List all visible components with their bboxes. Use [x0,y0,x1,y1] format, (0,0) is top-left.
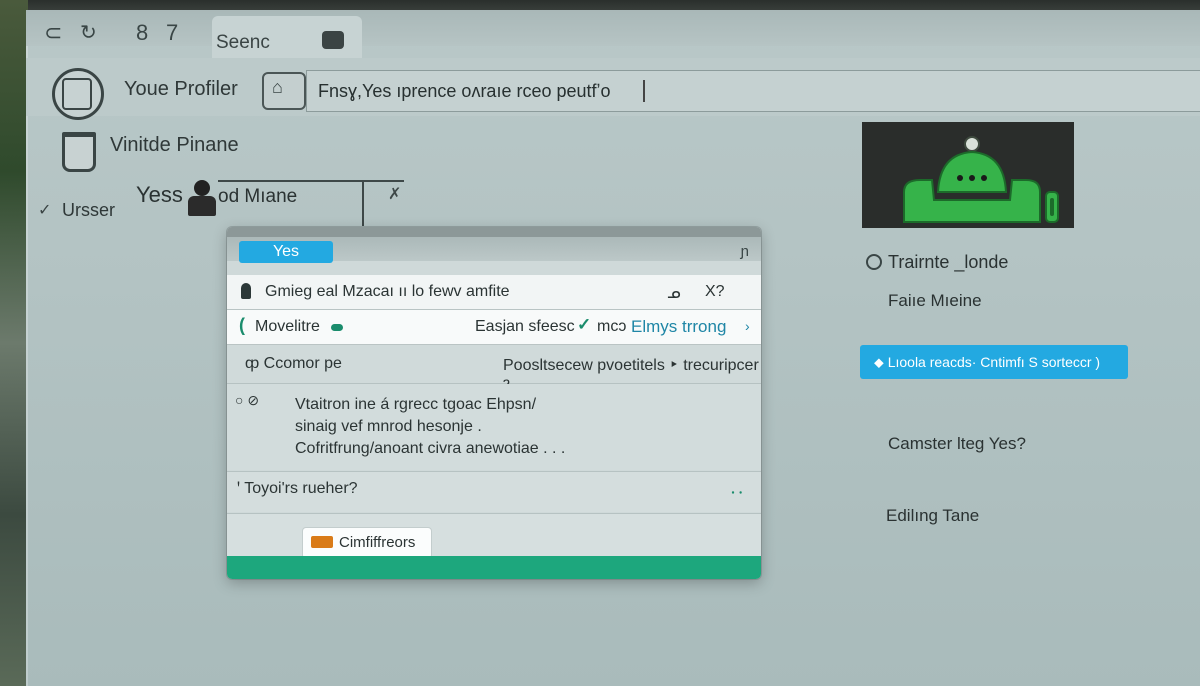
photo-frame: ⊂ ↻ 8 7 Seenc Youe Profiler ⌂ Fnsɣ,Yes ı… [0,0,1200,686]
move-right-text-2: mcɔ [597,318,627,335]
move-label: Movelitre [255,318,320,335]
cup-icon [62,132,96,172]
dialog-status-bar [227,556,761,579]
divider-vertical [362,180,364,226]
backdrop-left [0,0,28,686]
body-line-1: Vtaitron ine á rgrecc tgoac Ehpsn/ [295,396,537,413]
dialog-body: ○ ⊘ Vtaitron ine á rgrecc tgoac Ehpsn/ s… [227,384,761,470]
search-row-text: Gmieg eal Mzacaı ıı lo fewv amfite [265,283,510,300]
check-icon: ✓ [577,315,592,334]
yes-label: Yess [136,182,183,207]
dialog-footer: Cimfiffreors [227,513,761,558]
divider-horizontal [218,180,404,182]
status-dot-icon [331,324,343,331]
question-dots: ꞏ ꞏ [731,485,743,500]
avatar[interactable] [186,178,216,218]
name-label: od Mıane [218,186,298,207]
right-subtitle: Faiıe Mıeine [888,291,982,310]
text-caret [643,80,645,102]
dialog-close-icon[interactable]: ɲ [741,243,749,260]
android-logo-card [862,122,1074,228]
nav-item-2[interactable]: 7 [166,20,178,46]
right-question[interactable]: Camster lteg Yes? [888,434,1026,454]
search-icon[interactable] [866,254,882,270]
lock-icon [241,283,251,299]
tab-label: Seenc [216,32,270,53]
right-title[interactable]: Trairnte _londe [888,252,1008,273]
profile-inner-icon [62,78,92,110]
dialog-move-row[interactable]: ( Movelitre Easjan sfeesc ✓ mcɔ Elmys tr… [227,310,761,345]
dialog-top-line [227,227,761,237]
avatar-body [188,196,216,216]
chevron-down-icon[interactable]: ✓ [38,200,51,220]
editing-label[interactable]: Edilıng Tane [886,506,979,526]
radio-icons[interactable]: ○ ⊘ [235,392,259,409]
common-left: ȹ Ccomor pe [245,355,342,372]
title-bar [26,10,1200,46]
home-button[interactable] [262,72,306,110]
address-value: Fnsɣ,Yes ıprence oʌraıe rceo peutfʼo [318,81,611,101]
primary-action-label: ⬥ Lıoola reacds· Cntimfı S sorteccr ) [874,354,1101,370]
chevron-right-icon[interactable]: › [745,318,750,334]
search-row-end[interactable]: X? [705,283,725,301]
nav-item-1[interactable]: 8 [136,20,148,46]
move-right-text: Easjan sfeesc [475,318,575,335]
confirm-label: Cimfiffreors [339,534,416,551]
android-icon [862,122,1074,228]
refresh-arrow-icon: ( [239,315,245,335]
body-line-3: Cofritfrung/anoant civra anewotiae . . . [295,440,566,457]
pointer-icon[interactable]: ᓄ [667,283,681,303]
dialog-search-row[interactable]: Gmieg eal Mzacaı ıı lo fewv amfite ᓄ X? [227,275,761,310]
question-text: ꞌ Toyoi'rs rueher? [237,480,358,497]
refresh-icon[interactable]: ↻ [80,20,97,45]
body-line-2: sinaig vef mnrod hesonje . [295,418,482,435]
app-window: ⊂ ↻ 8 7 Seenc Youe Profiler ⌂ Fnsɣ,Yes ı… [26,10,1200,686]
back-icon[interactable]: ⊂ [44,20,62,46]
home-icon: ⌂ [272,77,283,97]
avatar-head [194,180,210,196]
yes-button[interactable]: Yes [239,241,333,263]
section-title: Vinitde Pinane [110,134,239,156]
dialog: Yes ɲ Gmieg eal Mzacaı ıı lo fewv amfite… [227,227,761,579]
window-icon[interactable] [322,31,344,49]
dialog-common-row[interactable]: ȹ Ccomor pe Poosltsecew pvoetitels ‣ tre… [227,345,761,392]
profile-label[interactable]: Youe Profiler [124,78,238,101]
folder-icon [311,536,333,548]
close-icon[interactable]: ✗ [388,184,401,204]
move-link[interactable]: Elmys trrong [631,317,726,337]
primary-action-button[interactable]: ⬥ Lıoola reacds· Cntimfı S sorteccr ) [860,345,1128,379]
dialog-question-row[interactable]: ꞌ Toyoi'rs rueher? ꞏ ꞏ [227,471,761,512]
user-label[interactable]: Ursser [62,200,115,221]
confirm-button[interactable]: Cimfiffreors [303,528,431,558]
